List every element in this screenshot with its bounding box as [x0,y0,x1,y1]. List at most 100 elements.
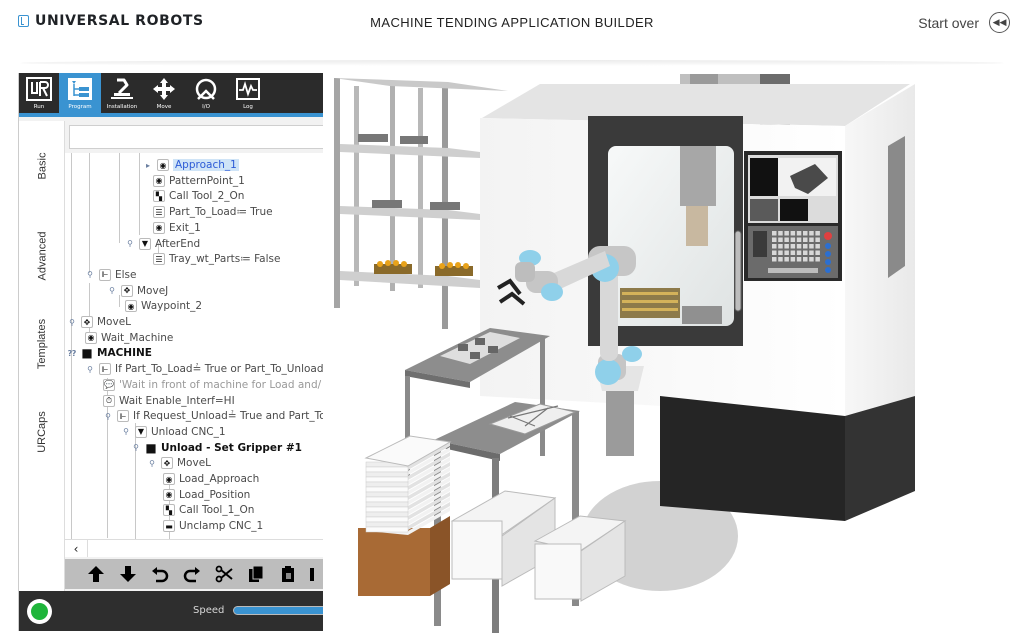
tree-node[interactable]: ▚ Call Tool_2_On [153,188,244,204]
tree-node[interactable]: ⚲ ▼ Unload CNC_1 [121,424,226,440]
tree-node[interactable]: ⚲ ⊩ Else [85,267,136,283]
keypad-key [803,257,808,262]
tree-node[interactable]: ⚲ ✥ MoveL [67,314,131,330]
waypoint-icon: ◉ [163,488,175,501]
tray-edge [365,501,409,508]
tree-node-label: PatternPoint_1 [169,174,245,187]
tree-node[interactable]: ◉ PatternPoint_1 [153,173,245,189]
tree-node[interactable]: 💬 'Wait in front of machine for Load and/ [103,377,321,393]
move-up-icon[interactable] [85,563,107,585]
keypad-key [815,257,820,262]
scroll-left-icon[interactable]: ‹ [69,541,83,557]
collapse-triangle-icon: ▼ [139,237,151,250]
tab-io[interactable]: I/O [185,73,227,113]
tree-node[interactable]: ◉ Load_Position [163,487,250,503]
tab-installation[interactable]: Installation [101,73,143,113]
tree-node-label: Approach_1 [173,159,239,171]
expand-pin-icon[interactable]: ⚲ [85,365,95,374]
tree-guide-line [119,153,120,243]
expand-pin-icon[interactable]: ⚲ [131,443,141,452]
keypad-key [809,244,814,249]
tree-node[interactable]: ◉ Load_Approach [163,471,259,487]
tree-node[interactable]: ⚲ ✥ MoveL [147,455,211,471]
tree-node[interactable]: ☰ Tray_wt_Parts≔ False [153,251,280,267]
more-icon[interactable] [309,563,315,585]
expand-pin-icon[interactable]: ⚲ [107,286,117,295]
scroll-track[interactable] [87,540,317,557]
tree-node-label: Part_To_Load≔ True [169,206,273,219]
tab-move[interactable]: Move [143,73,185,113]
expand-pin-icon[interactable]: ⚲ [67,318,77,327]
speed-slider[interactable] [233,606,323,615]
ur-logo-icon [25,76,53,102]
expand-pin-icon[interactable]: ⚲ [121,427,131,436]
breakpoint-icon[interactable]: ⁇ [67,349,77,358]
tree-node-label: Wait Enable_Interf=HI [119,394,235,407]
expand-pin-icon[interactable]: ⚲ [85,270,95,279]
expand-pin-icon[interactable]: ⚲ [125,239,135,248]
tree-node[interactable]: ⁇ ■ MACHINE [67,345,152,361]
paste-icon[interactable] [277,563,299,585]
keypad-key [796,237,802,242]
program-search-input[interactable] [69,125,323,149]
tray-edge [365,511,409,518]
keypad-key [784,244,789,249]
tree-node[interactable]: ◉ Exit_1 [153,220,201,236]
keypad-key [784,231,789,236]
call-icon: ▚ [153,190,165,203]
robot-status-indicator[interactable] [27,599,52,624]
keypad-key [796,250,802,255]
keypad-key [815,244,820,249]
tree-node[interactable]: ▸ ◉ Approach_1 [143,157,239,173]
tree-node[interactable]: ⚲ ⊩ If Request_Unload≟ True and Part_To_ [103,408,323,424]
side-tab-advanced[interactable]: Advanced [19,211,65,301]
keypad-key [815,231,820,236]
keypad-key [803,231,808,236]
keypad-key [809,237,814,242]
keypad-key [778,237,783,242]
cnc-control-panel [744,151,842,281]
tree-node[interactable]: ⚲ ■ Unload - Set Gripper #1 [131,440,302,456]
keypad-key [772,237,777,242]
tree-horizontal-scrollbar[interactable]: ‹ [65,539,323,557]
rewind-circle-icon[interactable]: ◀◀ [989,12,1010,33]
tree-node[interactable]: ▚ Call Tool_1_On [163,502,254,518]
tree-node-label: If Part_To_Load≟ True or Part_To_Unload [115,363,323,376]
tree-node[interactable]: ◉ Wait_Machine [85,330,173,346]
keypad-key [778,244,783,249]
program-tree-icon [66,76,94,102]
cut-icon[interactable] [213,563,235,585]
expand-pin-icon[interactable]: ⚲ [103,412,113,421]
tree-node[interactable]: ⏱ Wait Enable_Interf=HI [103,393,235,409]
copy-icon[interactable] [245,563,267,585]
tree-node[interactable]: ▬ Unclamp CNC_1 [163,518,263,534]
waypoint-icon: ◉ [163,473,175,485]
tab-program[interactable]: Program [59,73,101,113]
side-tab-basic[interactable]: Basic [19,121,65,211]
start-over-button[interactable]: Start over ◀◀ [918,12,1010,33]
tree-node[interactable]: ☰ Part_To_Load≔ True [153,204,273,220]
edit-toolbar [65,559,323,589]
side-tab-templates[interactable]: Templates [19,299,65,389]
keypad-key [772,250,777,255]
undo-icon[interactable] [149,563,171,585]
tab-run[interactable]: Run [19,73,59,113]
waypoint-icon: ◉ [125,300,137,313]
tree-node[interactable]: ⚲ ▼ AfterEnd [125,236,200,252]
tree-node[interactable]: ⚲ ⊩ If Part_To_Load≟ True or Part_To_Unloa… [85,361,323,377]
tray-edge [365,521,409,528]
tree-node-label: If Request_Unload≟ True and Part_To_ [133,410,323,423]
tree-node[interactable]: ◉ Waypoint_2 [125,298,202,314]
move-down-icon[interactable] [117,563,139,585]
tray-edge [365,481,409,488]
expand-pin-icon[interactable]: ▸ [143,161,153,170]
expand-pin-icon[interactable]: ⚲ [147,459,157,468]
keypad-key [778,231,783,236]
side-tab-urcaps[interactable]: URCaps [19,387,65,477]
tab-log[interactable]: Log [227,73,269,113]
keypad-key [784,257,789,262]
tree-node[interactable]: ⚲ ✥ MoveJ [107,283,168,299]
tree-node-label: MoveL [177,457,212,470]
redo-icon[interactable] [181,563,203,585]
assignment-icon: ☰ [153,206,165,219]
